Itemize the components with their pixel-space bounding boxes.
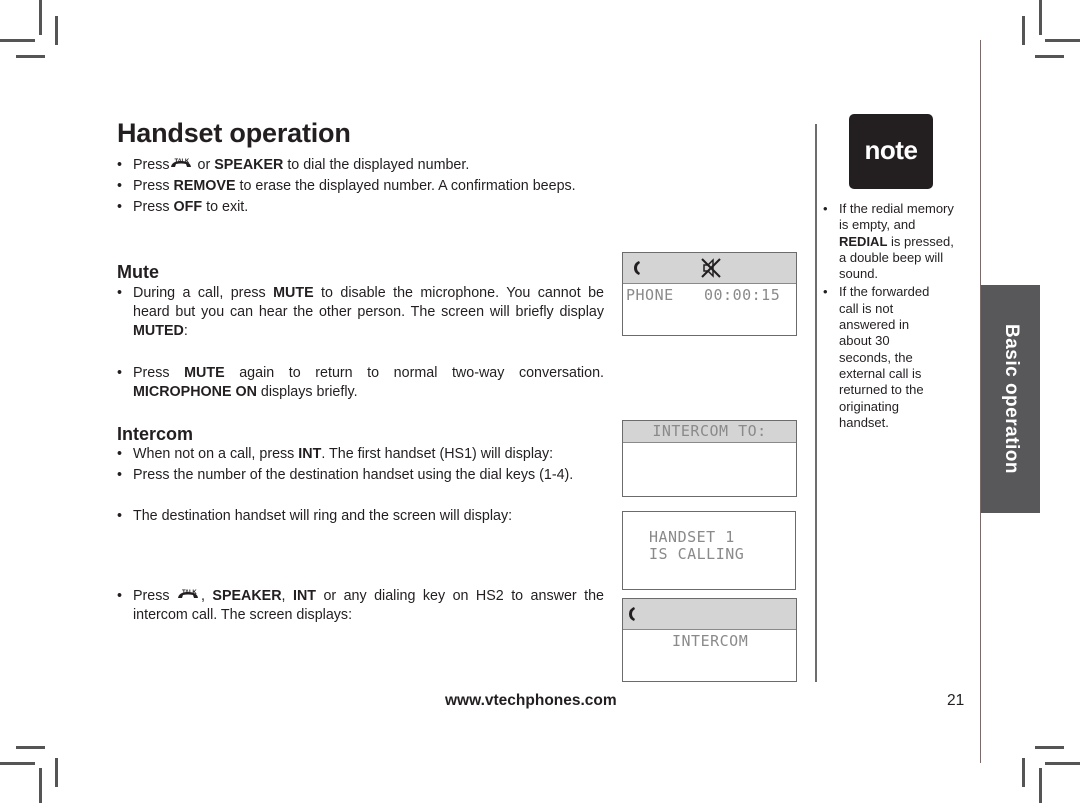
crop-mark xyxy=(0,39,35,42)
crop-mark xyxy=(1039,768,1042,803)
lcd-screen-calling: HANDSET 1 IS CALLING xyxy=(622,511,796,590)
section-tab: Basic operation xyxy=(981,285,1040,513)
page-title: Handset operation xyxy=(117,118,351,148)
footer-url: www.vtechphones.com xyxy=(445,692,617,709)
crop-mark xyxy=(1035,746,1064,749)
list-item: If the forwarded call is not answered in… xyxy=(823,284,943,431)
mute-list: During a call, press MUTE to disable the… xyxy=(117,284,604,402)
lcd-line-1: HANDSET 1 xyxy=(649,528,735,546)
crop-mark xyxy=(55,16,58,45)
crop-mark xyxy=(39,768,42,803)
note-list: If the redial memory is empty, and REDIA… xyxy=(823,201,963,431)
crop-mark xyxy=(16,746,45,749)
crop-mark xyxy=(1035,55,1064,58)
section-tab-label: Basic operation xyxy=(1000,323,1022,475)
crop-mark xyxy=(1039,0,1042,35)
list-item: Press REMOVE to erase the displayed numb… xyxy=(117,177,587,196)
lcd-screen-muted: PHONE 00:00:15 xyxy=(622,252,797,336)
intercom-list: When not on a call, press INT. The first… xyxy=(117,445,604,526)
talk-key-icon: TALK xyxy=(177,587,201,601)
intro-list: PressTALK or SPEAKER to dial the display… xyxy=(117,156,587,217)
section-heading-mute: Mute xyxy=(117,262,159,282)
page-number: 21 xyxy=(947,692,965,709)
list-item: PressTALK or SPEAKER to dial the display… xyxy=(117,156,587,175)
list-item: Press OFF to exit. xyxy=(117,198,587,217)
list-item: The destination handset will ring and th… xyxy=(117,507,604,526)
lcd-line-1: INTERCOM xyxy=(672,632,749,650)
intercom-list-answer: Press TALK, SPEAKER, INT or any dialing … xyxy=(117,587,604,625)
note-badge: note xyxy=(849,114,933,189)
list-item: When not on a call, press INT. The first… xyxy=(117,445,604,464)
crop-mark xyxy=(1022,16,1025,45)
crop-mark xyxy=(1022,758,1025,787)
lcd-header-text: INTERCOM TO: xyxy=(652,422,767,440)
crop-mark xyxy=(1045,762,1080,765)
list-item: During a call, press MUTE to disable the… xyxy=(117,284,604,341)
section-heading-intercom: Intercom xyxy=(117,424,194,444)
crop-mark xyxy=(39,0,42,35)
column-divider xyxy=(815,124,817,682)
lcd-line-2: IS CALLING xyxy=(649,545,745,563)
speaker-muted-icon xyxy=(701,258,721,278)
handset-icon xyxy=(629,607,635,621)
crop-mark xyxy=(55,758,58,787)
crop-mark xyxy=(1045,39,1080,42)
list-item: Press the number of the destination hand… xyxy=(117,466,604,485)
lcd-screen-intercom: INTERCOM xyxy=(622,598,797,682)
lcd-line-phone: PHONE xyxy=(626,286,674,304)
talk-key-icon: TALK xyxy=(170,156,194,170)
crop-mark xyxy=(16,55,45,58)
crop-mark xyxy=(0,762,35,765)
lcd-call-timer: 00:00:15 xyxy=(704,286,781,304)
list-item: Press TALK, SPEAKER, INT or any dialing … xyxy=(117,587,604,625)
lcd-screen-intercom-to: INTERCOM TO: xyxy=(622,420,797,497)
handset-icon xyxy=(634,261,640,275)
list-item: Press MUTE again to return to normal two… xyxy=(117,364,604,402)
list-item: If the redial memory is empty, and REDIA… xyxy=(823,201,963,282)
